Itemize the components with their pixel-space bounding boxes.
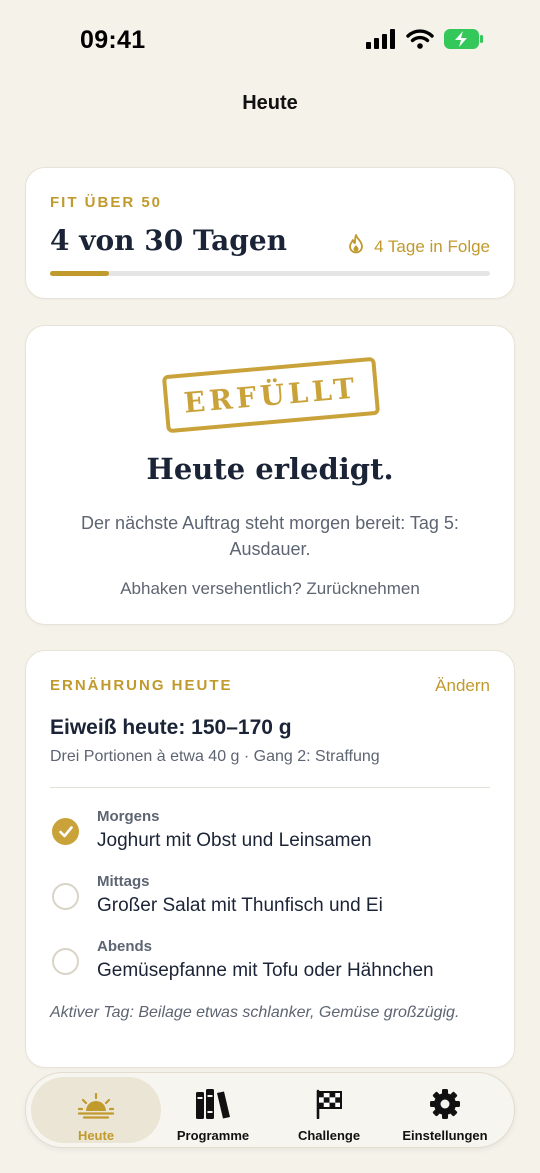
- meal-item-morning[interactable]: Morgens Joghurt mit Obst und Leinsamen: [50, 808, 490, 864]
- gear-icon: [430, 1087, 460, 1119]
- tab-bar: Heute Programme Challenge Einstellungen: [25, 1072, 515, 1148]
- tab-label: Einstellungen: [402, 1128, 488, 1143]
- meal-text: Joghurt mit Obst und Leinsamen: [97, 830, 372, 851]
- flame-icon: [348, 234, 364, 259]
- nutrition-heading: ERNÄHRUNG HEUTE: [50, 677, 233, 694]
- streak-text: 4 Tage in Folge: [374, 236, 490, 256]
- tab-label: Heute: [77, 1128, 115, 1143]
- nutrition-card: ERNÄHRUNG HEUTE Ändern Eiweiß heute: 150…: [25, 650, 515, 1068]
- wifi-icon: [406, 29, 434, 54]
- progress-bar: [50, 271, 490, 276]
- streak-badge: 4 Tage in Folge: [348, 234, 490, 259]
- progress-bar-fill: [50, 271, 109, 276]
- protein-subtitle: Drei Portionen à etwa 40 g · Gang 2: Str…: [50, 748, 380, 765]
- status-bar: 09:41: [0, 0, 540, 80]
- undo-link[interactable]: Zurücknehmen: [306, 579, 419, 598]
- checkered-flag-icon: [314, 1087, 344, 1119]
- meal-item-noon[interactable]: Mittags Großer Salat mit Thunfisch und E…: [50, 873, 490, 929]
- program-progress-card[interactable]: FIT ÜBER 50 4 von 30 Tagen 4 Tage in Fol…: [25, 167, 515, 299]
- done-title: Heute erledigt.: [146, 452, 394, 486]
- status-time: 09:41: [80, 26, 146, 54]
- page-title: Heute: [242, 92, 298, 114]
- tab-einstellungen[interactable]: Einstellungen: [386, 1077, 504, 1143]
- meal-text: Gemüsepfanne mit Tofu oder Hähnchen: [97, 960, 434, 981]
- program-name: FIT ÜBER 50: [50, 194, 163, 211]
- checkmark-icon: [59, 826, 73, 838]
- protein-title: Eiweiß heute: 150–170 g: [50, 716, 292, 739]
- completed-stamp: ERFÜLLT: [161, 356, 381, 434]
- meal-checkbox-checked[interactable]: [52, 818, 79, 845]
- meal-item-evening[interactable]: Abends Gemüsepfanne mit Tofu oder Hähnch…: [50, 938, 490, 994]
- meal-text: Großer Salat mit Thunfisch und Ei: [97, 895, 383, 916]
- tab-heute[interactable]: Heute: [31, 1077, 161, 1143]
- books-icon: [195, 1087, 231, 1119]
- meal-label: Mittags: [97, 873, 150, 890]
- status-icons: [366, 28, 484, 55]
- tab-label: Programme: [176, 1128, 250, 1143]
- battery-icon: [444, 28, 484, 55]
- meal-label: Morgens: [97, 808, 160, 825]
- tab-label: Challenge: [297, 1128, 361, 1143]
- next-task-text: Der nächste Auftrag steht morgen bereit:…: [81, 513, 459, 559]
- meal-checkbox[interactable]: [52, 883, 79, 910]
- undo-line: Abhaken versehentlich? Zurücknehmen: [26, 579, 514, 599]
- change-link[interactable]: Ändern: [435, 676, 490, 696]
- progress-title: 4 von 30 Tagen: [50, 224, 288, 257]
- undo-prefix: Abhaken versehentlich?: [120, 579, 302, 598]
- tab-programme[interactable]: Programme: [154, 1077, 272, 1143]
- sunrise-icon: [78, 1087, 114, 1119]
- day-complete-card: ERFÜLLT Heute erledigt. Der nächste Auft…: [25, 325, 515, 625]
- meal-checkbox[interactable]: [52, 948, 79, 975]
- divider: [50, 787, 490, 788]
- signal-icon: [366, 29, 396, 54]
- meal-label: Abends: [97, 938, 153, 955]
- tab-challenge[interactable]: Challenge: [270, 1077, 388, 1143]
- nutrition-note: Aktiver Tag: Beilage etwas schlanker, Ge…: [50, 1004, 460, 1021]
